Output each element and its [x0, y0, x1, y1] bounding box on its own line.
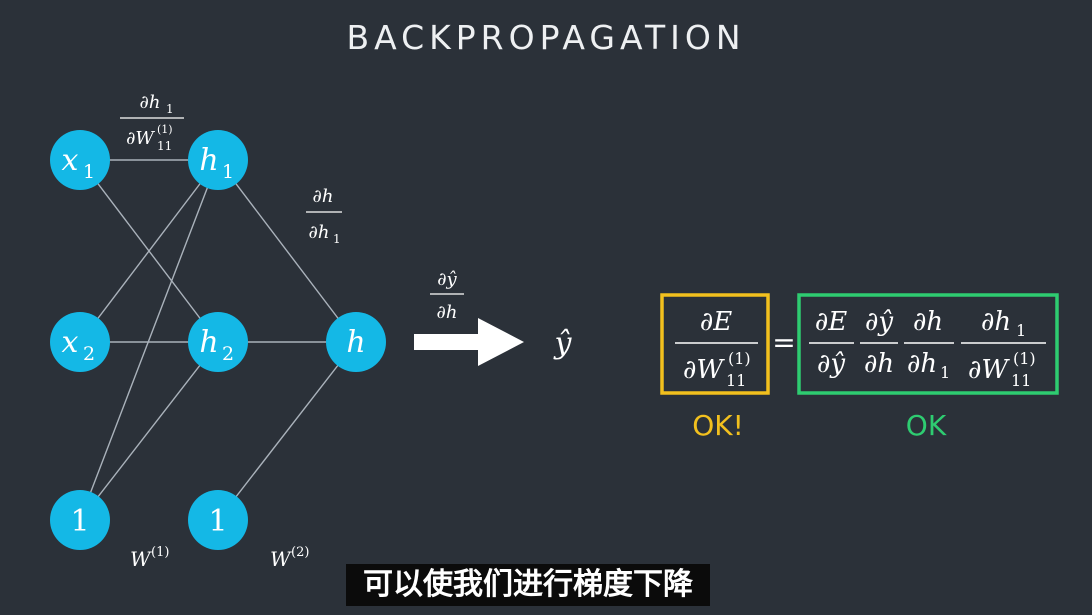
rhs-2-den: ∂h	[864, 349, 894, 379]
equals-sign: =	[772, 326, 795, 359]
rhs-status-label: OK	[906, 409, 947, 442]
backprop-diagram: x 1 x 2 h 1 h 2 h 1 1 ∂h 1 ∂W (1) 11 ∂h	[50, 92, 1059, 571]
edge-label-dh1-dW11: ∂h 1 ∂W (1) 11	[120, 92, 184, 153]
edge-label-dh1-num-sub: 1	[166, 102, 174, 116]
rhs-4-num-sub: 1	[1016, 321, 1026, 340]
node-h1-label: h	[199, 143, 218, 178]
lhs-den-sup: (1)	[728, 349, 751, 368]
rhs-4-num: ∂h	[981, 307, 1011, 337]
node-bias1: 1	[50, 490, 110, 550]
node-x2: x 2	[50, 312, 110, 372]
node-bias2: 1	[188, 490, 248, 550]
rhs-fraction-1: ∂E ∂ŷ	[809, 307, 854, 379]
weight-label-w2: W (2)	[270, 545, 309, 571]
rhs-fraction-3: ∂h ∂h 1	[904, 307, 954, 382]
rhs-3-den: ∂h	[907, 349, 937, 379]
output-yhat: ŷ	[553, 326, 573, 361]
edge-bias1-h2	[79, 341, 219, 521]
edge-label-dh1-num: ∂h	[140, 92, 161, 113]
rhs-1-den: ∂ŷ	[817, 349, 845, 379]
rhs-4-den-sup: (1)	[1013, 349, 1036, 368]
lhs-den: ∂W	[683, 355, 725, 385]
node-h1: h 1	[188, 130, 248, 190]
edge-label-dh1-den: ∂W	[126, 128, 155, 149]
node-h2-sub: 2	[222, 343, 234, 365]
edge-label-dh-den-sub: 1	[333, 232, 341, 246]
edge-label-dh-dh1: ∂h ∂h 1	[306, 186, 342, 246]
weight-label-w1-base: W	[130, 547, 152, 571]
node-bias1-label: 1	[70, 504, 89, 539]
rhs-3-num: ∂h	[913, 307, 943, 337]
node-h: h	[326, 312, 386, 372]
weight-label-w1: W (1)	[130, 545, 169, 571]
node-x2-label: x	[62, 325, 79, 360]
weight-label-w2-sup: (2)	[291, 545, 309, 560]
edge-label-dh-num: ∂h	[313, 186, 334, 207]
edge-h1-h	[217, 159, 357, 343]
node-h2-label: h	[199, 325, 218, 360]
rhs-fraction-4: ∂h 1 ∂W (1) 11	[961, 307, 1046, 390]
weight-label-w2-base: W	[270, 547, 292, 571]
node-h2: h 2	[188, 312, 248, 372]
rhs-fraction-2: ∂ŷ ∂h	[860, 307, 898, 379]
node-x2-sub: 2	[83, 343, 95, 365]
node-x1-sub: 1	[83, 161, 95, 183]
subtitle-caption: 可以使我们进行梯度下降	[346, 564, 710, 606]
rhs-2-num: ∂ŷ	[865, 307, 893, 337]
lhs-fraction: ∂E ∂W (1) 11	[675, 307, 758, 390]
edge-label-dyhat-num: ∂ŷ	[437, 269, 457, 290]
rhs-4-den: ∂W	[968, 355, 1010, 385]
lhs-den-sub: 11	[726, 371, 746, 390]
rhs-1-num: ∂E	[815, 307, 847, 337]
node-x1-label: x	[62, 143, 79, 178]
node-bias2-label: 1	[208, 504, 227, 539]
weight-label-w1-sup: (1)	[151, 545, 169, 560]
rhs-4-den-sub: 11	[1011, 371, 1031, 390]
edge-label-dh-den: ∂h	[309, 222, 330, 243]
edge-label-dyhat-dh: ∂ŷ ∂h	[430, 269, 464, 323]
lhs-num: ∂E	[700, 307, 732, 337]
rhs-3-den-sub: 1	[940, 363, 950, 382]
edge-label-dh1-den-sub: 11	[157, 139, 172, 153]
edge-label-dh1-den-sup: (1)	[157, 123, 173, 136]
node-h-label: h	[346, 325, 365, 360]
edge-bias2-h	[217, 341, 357, 521]
edge-label-dyhat-den: ∂h	[437, 302, 458, 323]
forward-arrow-icon	[414, 318, 524, 366]
node-x1: x 1	[50, 130, 110, 190]
node-h1-sub: 1	[222, 161, 234, 183]
lhs-status-label: OK!	[692, 409, 744, 442]
